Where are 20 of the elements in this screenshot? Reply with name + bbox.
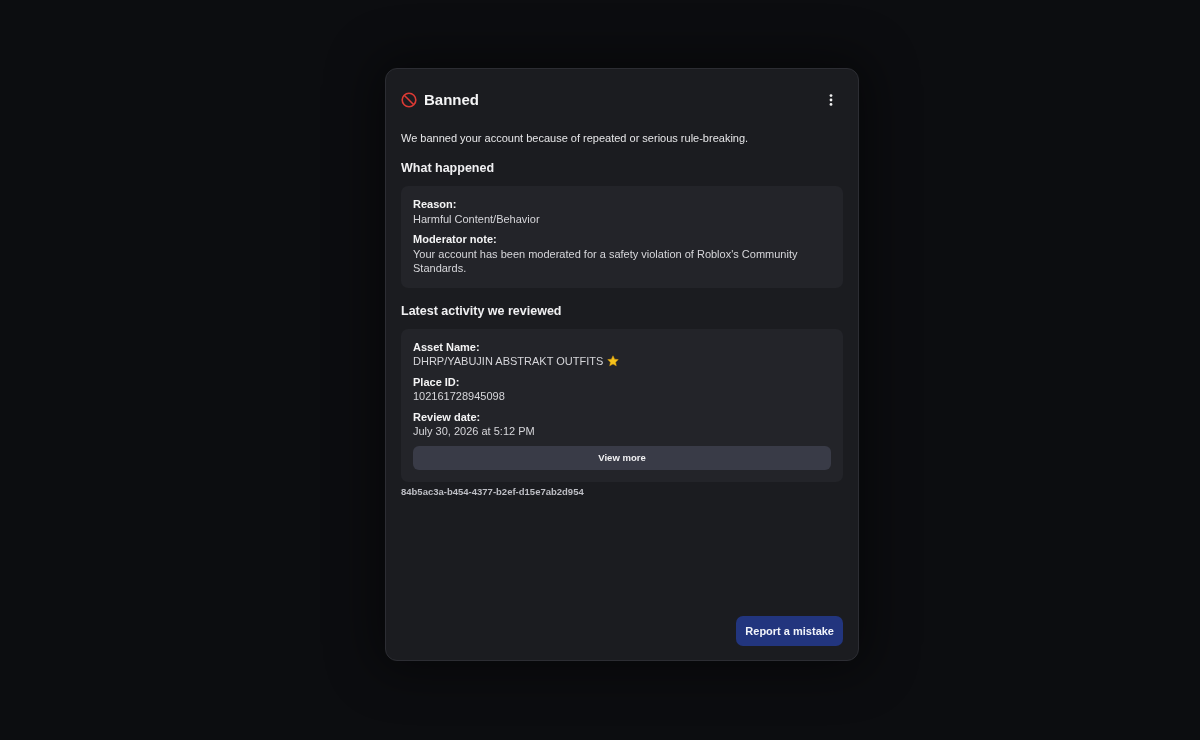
section-heading: What happened bbox=[401, 160, 496, 176]
prohibited-icon bbox=[401, 92, 417, 108]
section-heading: Latest activity we reviewed bbox=[401, 302, 563, 319]
field-label: Asset Name: bbox=[413, 339, 480, 354]
field-value: July 30, 2026 at 5:12 PM bbox=[413, 424, 536, 439]
kebab-menu-icon bbox=[829, 94, 833, 106]
reference-id: 84b5ac3a-b454-4377-b2ef-d15e7ab2d954 bbox=[401, 485, 584, 498]
field-label: Moderator note: bbox=[413, 232, 497, 247]
field-value: DHRP/YABUJIN ABSTRAKT OUTFITS bbox=[413, 354, 604, 369]
field-value: 102161728945098 bbox=[413, 389, 506, 404]
field-label: Review date: bbox=[413, 409, 481, 424]
field-value: Harmful Content/Behavior bbox=[413, 211, 541, 226]
star-icon bbox=[607, 355, 620, 368]
field-label: Place ID: bbox=[413, 374, 460, 389]
field-label: Reason: bbox=[413, 197, 457, 212]
field-value: Your account has been moderated for a safety violation of Roblox's Community Standards. bbox=[413, 246, 799, 276]
ban-message: We banned your account because of repeated or serious rule-breaking. bbox=[401, 131, 750, 145]
dialog-title: Banned bbox=[424, 90, 480, 110]
report-mistake-button[interactable]: Report a mistake bbox=[736, 616, 843, 646]
view-more-button[interactable]: View more bbox=[413, 445, 831, 470]
